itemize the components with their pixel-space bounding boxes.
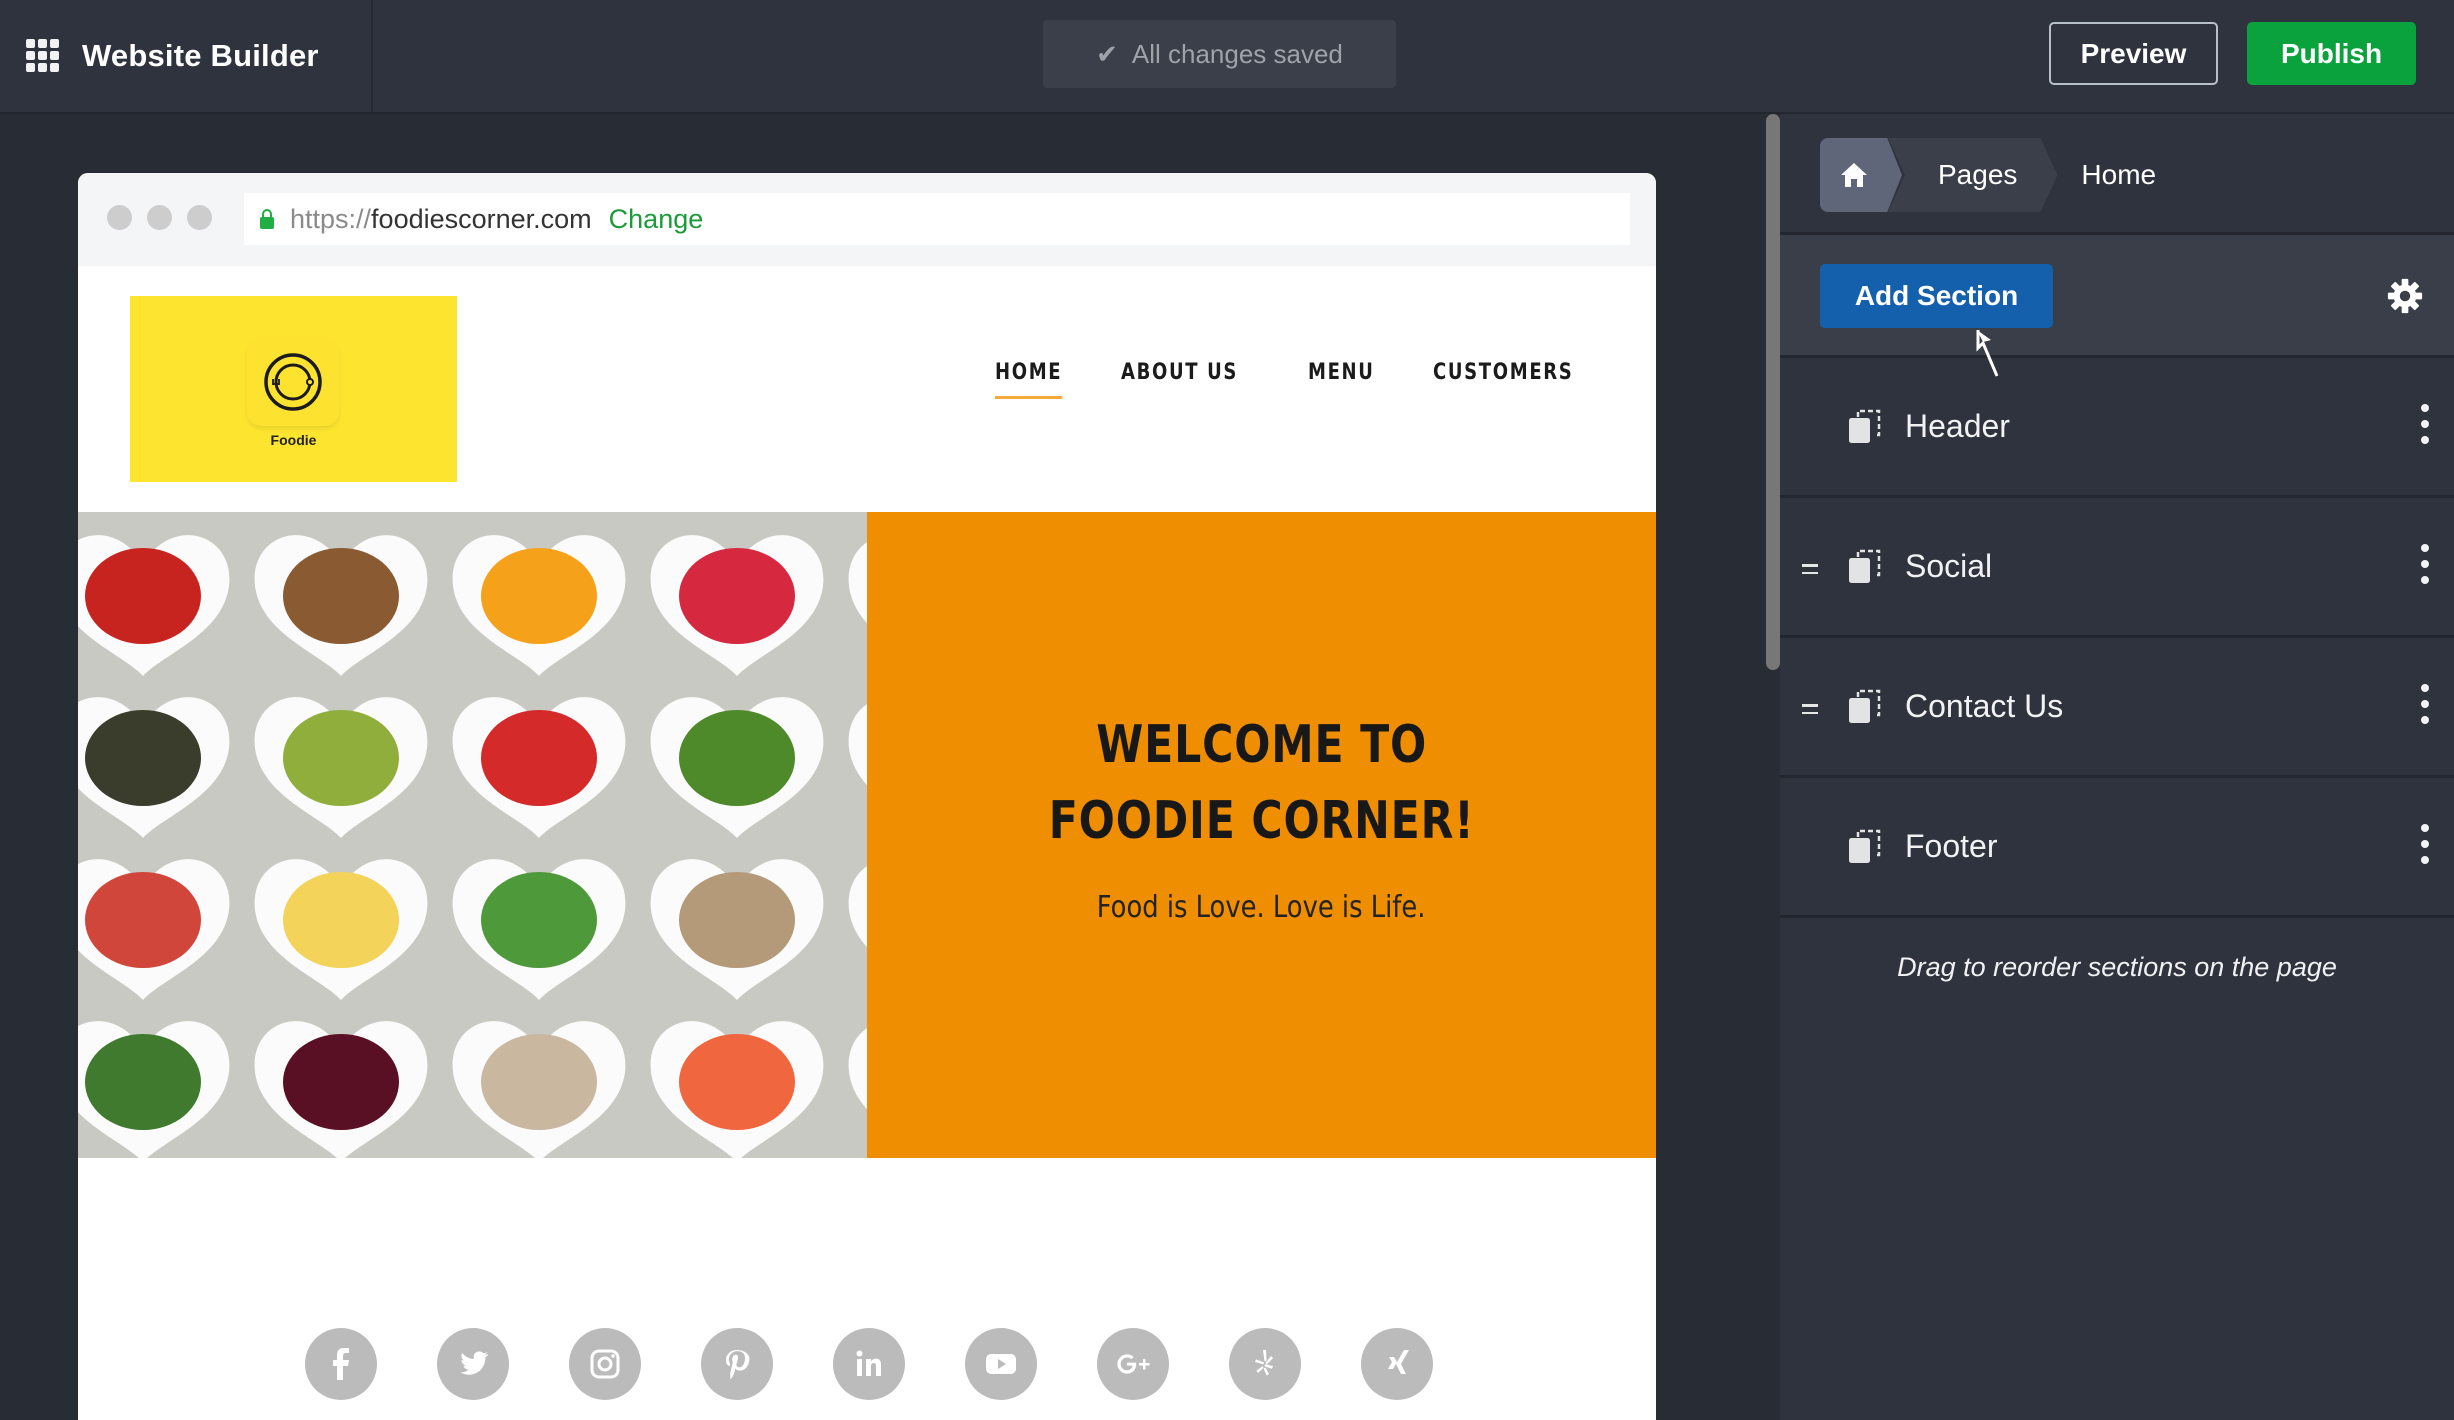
bowl-food: [481, 1034, 597, 1130]
bowl-food: [679, 710, 795, 806]
bowl-food: [283, 548, 399, 644]
gear-icon[interactable]: [2386, 277, 2424, 315]
section-label: Social: [1905, 548, 1993, 584]
url-bar: https:// foodiescorner.com Change: [244, 193, 1630, 245]
bowl-food: [283, 872, 399, 968]
apps-grid-icon[interactable]: [26, 39, 60, 73]
foodie-logo-icon: [247, 338, 339, 426]
add-section-button[interactable]: Add Section: [1820, 264, 2053, 328]
section-icon: [1849, 689, 1881, 723]
yelp-icon[interactable]: [1229, 1328, 1301, 1400]
section-list: Header Social Contact Us Footer: [1780, 358, 2454, 918]
hero-subtitle: Food is Love. Love is Life.: [1097, 890, 1426, 925]
more-options-icon[interactable]: [2418, 684, 2432, 724]
url-protocol: https://: [290, 203, 372, 234]
nav-item-about-us[interactable]: ABOUT US: [1121, 360, 1238, 399]
more-options-icon[interactable]: [2418, 544, 2432, 584]
window-dot-icon: [107, 205, 132, 230]
bowl-food: [481, 548, 597, 644]
bowl-food: [283, 1034, 399, 1130]
social-icons-row: [305, 1328, 1433, 1400]
sections-panel: Pages Home Add Section Header Social Con…: [1780, 114, 2454, 1420]
facebook-icon[interactable]: [305, 1328, 377, 1400]
site-logo[interactable]: Foodie: [130, 296, 457, 482]
bowl-food: [679, 1034, 795, 1130]
site-nav: HOME ABOUT US MENU CUSTOMERS: [994, 360, 1604, 399]
section-item-contact-us[interactable]: Contact Us: [1780, 638, 2454, 778]
pinterest-icon[interactable]: [701, 1328, 773, 1400]
app-brand: Website Builder: [0, 0, 373, 112]
window-dot-icon: [147, 205, 172, 230]
add-section-toolbar: Add Section: [1780, 232, 2454, 377]
more-options-icon[interactable]: [2418, 404, 2432, 444]
home-icon: [1841, 163, 1867, 187]
food-bowls-illustration: [78, 512, 867, 1158]
bowl-food: [85, 872, 201, 968]
hero-title: WELCOME TO FOODIE CORNER!: [1048, 715, 1475, 851]
section-icon: [1849, 829, 1881, 863]
breadcrumb-home[interactable]: [1820, 138, 1902, 212]
breadcrumb-pages[interactable]: Pages: [1888, 138, 2058, 212]
social-section[interactable]: [78, 1158, 1656, 1420]
section-icon: [1849, 409, 1881, 443]
bowl-food: [679, 872, 795, 968]
section-label: Footer: [1905, 828, 1998, 864]
change-domain-link[interactable]: Change: [609, 204, 704, 235]
youtube-icon[interactable]: [965, 1328, 1037, 1400]
linkedin-icon[interactable]: [833, 1328, 905, 1400]
save-status-badge: ✔ All changes saved: [1043, 20, 1396, 88]
checkmark-icon: ✔: [1096, 38, 1118, 69]
save-status-text: All changes saved: [1131, 38, 1343, 69]
instagram-icon[interactable]: [569, 1328, 641, 1400]
app-title: Website Builder: [82, 38, 319, 73]
site-header-section[interactable]: Foodie HOME ABOUT US MENU CUSTOMERS: [78, 266, 1656, 512]
section-item-social[interactable]: Social: [1780, 498, 2454, 638]
nav-item-customers[interactable]: CUSTOMERS: [1433, 360, 1573, 399]
section-label: Header: [1905, 408, 2010, 444]
nav-item-home[interactable]: HOME: [994, 360, 1063, 399]
section-item-footer[interactable]: Footer: [1780, 778, 2454, 918]
publish-button[interactable]: Publish: [2247, 22, 2416, 85]
site-preview-frame: https:// foodiescorner.com Change Foodie…: [78, 173, 1656, 1420]
twitter-icon[interactable]: [437, 1328, 509, 1400]
drag-handle-icon[interactable]: [1802, 704, 1818, 719]
section-item-header[interactable]: Header: [1780, 358, 2454, 498]
hero-food-image: [78, 512, 867, 1158]
top-bar: Website Builder ✔ All changes saved Prev…: [0, 0, 2454, 114]
bowl-food: [85, 710, 201, 806]
bowl-food: [85, 548, 201, 644]
section-label: Contact Us: [1905, 688, 2064, 724]
bowl-food: [679, 548, 795, 644]
bowl-food: [85, 1034, 201, 1130]
preview-button[interactable]: Preview: [2049, 22, 2218, 85]
logo-text: Foodie: [270, 432, 317, 448]
hero-section[interactable]: WELCOME TO FOODIE CORNER! Food is Love. …: [78, 512, 1656, 1158]
more-options-icon[interactable]: [2418, 824, 2432, 864]
breadcrumb-current-page: Home: [2081, 159, 2157, 190]
breadcrumb: Pages Home: [1820, 138, 2156, 212]
window-controls: [107, 205, 212, 230]
google-plus-icon[interactable]: [1097, 1328, 1169, 1400]
bowl-food: [481, 710, 597, 806]
xing-icon[interactable]: [1361, 1328, 1433, 1400]
lock-icon: [260, 209, 274, 229]
drag-handle-icon[interactable]: [1802, 564, 1818, 579]
url-host: foodiescorner.com: [371, 203, 592, 234]
section-icon: [1849, 549, 1881, 583]
reorder-hint: Drag to reorder sections on the page: [1897, 952, 2337, 982]
hero-text-panel: WELCOME TO FOODIE CORNER! Food is Love. …: [867, 512, 1656, 1158]
canvas-scrollbar[interactable]: [1766, 114, 1780, 670]
nav-item-menu[interactable]: MENU: [1308, 360, 1375, 399]
bowl-food: [283, 710, 399, 806]
browser-toolbar: https:// foodiescorner.com Change: [78, 173, 1656, 266]
bowl-food: [481, 872, 597, 968]
window-dot-icon: [187, 205, 212, 230]
